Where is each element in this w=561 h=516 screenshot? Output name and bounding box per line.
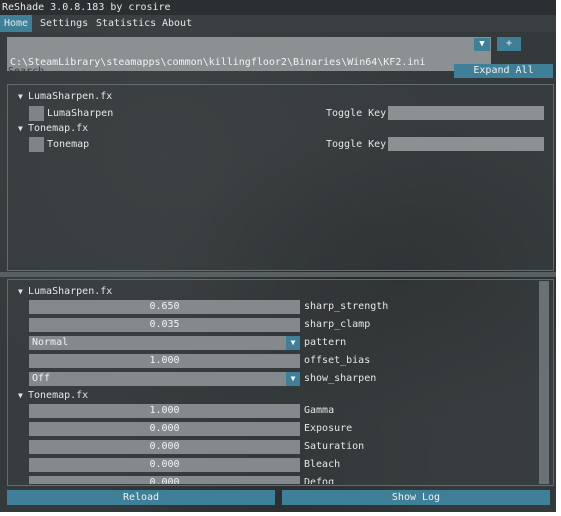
dropdown-arrow-icon[interactable]: ▼ bbox=[286, 336, 300, 350]
preset-path-combo[interactable]: C:\SteamLibrary\steamapps\common\killing… bbox=[7, 37, 491, 71]
param-combo-value: Off bbox=[32, 373, 51, 384]
add-preset-button[interactable]: + bbox=[497, 37, 521, 51]
param-value[interactable]: 0.000 bbox=[29, 476, 300, 484]
reload-button[interactable]: Reload bbox=[7, 490, 275, 505]
window-title: ReShade 3.0.8.183 by crosire bbox=[0, 0, 556, 15]
toggle-key-input-tonemap[interactable] bbox=[388, 137, 544, 151]
param-name: Saturation bbox=[304, 441, 365, 452]
lumasharpen-checkbox[interactable] bbox=[29, 106, 44, 121]
param-clip: 0.000 Defog bbox=[0, 476, 540, 484]
param-value[interactable]: 0.000 bbox=[29, 440, 300, 454]
param-combo[interactable]: Normal ▼ bbox=[29, 336, 300, 350]
param-combo-value: Normal bbox=[32, 337, 69, 348]
param-group-tonemap[interactable]: ▼ Tonemap.fx bbox=[18, 389, 88, 403]
param-value[interactable]: 0.000 bbox=[29, 458, 300, 472]
technique-file-lumasharpen[interactable]: ▼ LumaSharpen.fx bbox=[18, 90, 112, 104]
expand-arrow-icon: ▼ bbox=[18, 287, 23, 296]
menu-statistics[interactable]: Statistics bbox=[92, 15, 160, 32]
toggle-key-label: Toggle Key bbox=[326, 139, 387, 150]
technique-file-tonemap[interactable]: ▼ Tonemap.fx bbox=[18, 122, 88, 136]
expand-arrow-icon: ▼ bbox=[18, 124, 23, 133]
panel-splitter[interactable] bbox=[0, 272, 556, 277]
param-value[interactable]: 1.000 bbox=[29, 404, 300, 418]
param-group-lumasharpen[interactable]: ▼ LumaSharpen.fx bbox=[18, 285, 112, 299]
param-value[interactable]: 0.650 bbox=[29, 300, 300, 314]
search-input[interactable]: Search bbox=[8, 66, 44, 77]
param-value[interactable]: 1.000 bbox=[29, 354, 300, 368]
technique-name-lumasharpen: LumaSharpen bbox=[47, 108, 114, 119]
expand-all-button[interactable]: Expand All bbox=[454, 64, 553, 78]
param-name: sharp_strength bbox=[304, 301, 389, 312]
parameters-scrollbar[interactable] bbox=[539, 281, 549, 484]
reshade-window: ReShade 3.0.8.183 by crosire Home Settin… bbox=[0, 0, 556, 512]
expand-arrow-icon: ▼ bbox=[18, 92, 23, 101]
param-name: Exposure bbox=[304, 423, 353, 434]
param-name: pattern bbox=[304, 337, 347, 348]
param-name: Gamma bbox=[304, 405, 335, 416]
preset-dropdown-icon[interactable]: ▼ bbox=[474, 38, 490, 51]
param-value[interactable]: 0.000 bbox=[29, 422, 300, 436]
menu-home[interactable]: Home bbox=[0, 15, 33, 32]
tonemap-checkbox[interactable] bbox=[29, 137, 44, 152]
dropdown-arrow-icon[interactable]: ▼ bbox=[286, 372, 300, 386]
menu-settings[interactable]: Settings bbox=[36, 15, 92, 32]
param-name: sharp_clamp bbox=[304, 319, 371, 330]
techniques-panel: ▼ LumaSharpen.fx LumaSharpen Toggle Key ▼… bbox=[7, 84, 554, 271]
param-name: show_sharpen bbox=[304, 373, 377, 384]
toggle-key-input-lumasharpen[interactable] bbox=[388, 106, 544, 120]
param-value[interactable]: 0.035 bbox=[29, 318, 300, 332]
param-name: Bleach bbox=[304, 459, 341, 470]
param-name: offset_bias bbox=[304, 355, 371, 366]
show-log-button[interactable]: Show Log bbox=[282, 490, 550, 505]
expand-arrow-icon: ▼ bbox=[18, 391, 23, 400]
menu-bar: Home Settings Statistics About bbox=[0, 15, 556, 32]
toggle-key-label: Toggle Key bbox=[326, 108, 387, 119]
param-name: Defog bbox=[304, 477, 335, 484]
technique-name-tonemap: Tonemap bbox=[47, 139, 90, 150]
param-combo[interactable]: Off ▼ bbox=[29, 372, 300, 386]
menu-about[interactable]: About bbox=[158, 15, 196, 32]
preset-path: C:\SteamLibrary\steamapps\common\killing… bbox=[10, 57, 426, 68]
